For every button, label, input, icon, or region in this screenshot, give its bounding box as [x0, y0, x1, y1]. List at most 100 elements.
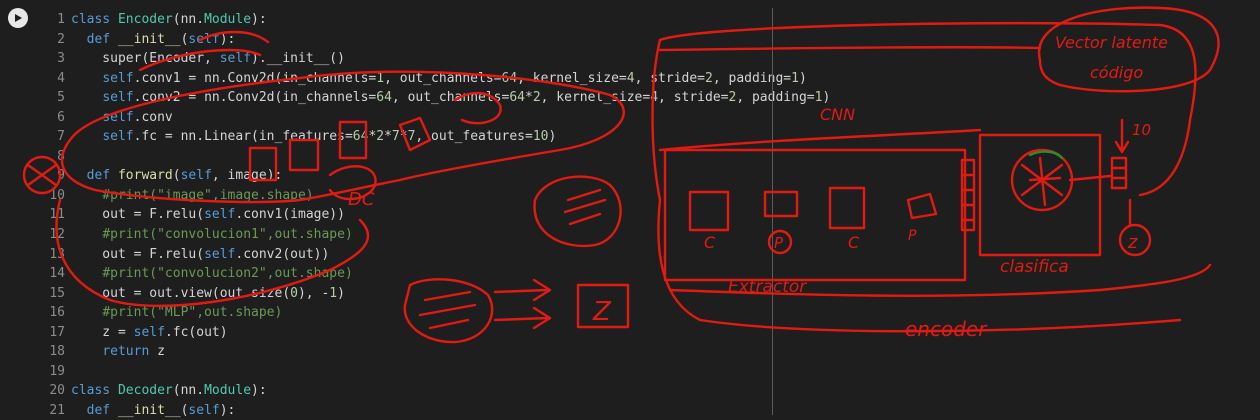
code-token: ): [219, 31, 236, 47]
code-token: .conv [133, 109, 173, 125]
code-line[interactable]: 16 #print("MLP",out.shape) [44, 303, 830, 323]
code-token: ): [251, 383, 267, 399]
code-line[interactable]: 20 class Decoder(nn.Module): [44, 381, 830, 401]
code-token: ( [172, 168, 181, 184]
code-token: 4 [626, 70, 635, 86]
code-token: .conv1(image)) [235, 207, 345, 223]
code-token: self [188, 402, 220, 418]
code-token: , padding= [736, 90, 815, 106]
code-token: , out_channels= [391, 90, 510, 106]
code-line[interactable]: 4 self.conv1 = nn.Conv2d(in_channels=1, … [44, 69, 830, 89]
play-icon [15, 14, 22, 22]
code-line[interactable]: 18 return z [44, 342, 830, 362]
code-token: super(Encoder, [71, 51, 220, 67]
ink-vector-latent-bubble [1037, 6, 1220, 93]
code-token: 1 [376, 70, 385, 86]
line-number: 15 [49, 285, 65, 301]
code-token: ) [822, 90, 831, 106]
code-token: , stride= [658, 90, 729, 106]
ink-z-circle [1118, 223, 1152, 257]
code-line[interactable]: 10 #print("image",image.shape) [44, 186, 830, 206]
code-token: ): [251, 12, 267, 27]
line-number: 14 [49, 266, 65, 282]
code-line[interactable]: 15 out = out.view(out.size(0), -1) [44, 284, 830, 304]
line-number: 21 [49, 402, 65, 418]
code-token: self [102, 129, 134, 145]
code-token: , out_channels= [384, 70, 502, 86]
code-token: Decoder [117, 383, 173, 399]
line-number: 19 [49, 363, 65, 379]
code-line[interactable]: 8 [44, 147, 830, 167]
code-token: class [71, 12, 118, 27]
code-line[interactable]: 11 out = F.relu(self.conv1(image)) [44, 205, 830, 225]
code-token: (nn. [172, 12, 205, 27]
code-token: , padding= [712, 70, 792, 86]
code-token: .fc = nn.Linear(in_features= [133, 129, 353, 145]
code-line[interactable]: 5 self.conv2 = nn.Conv2d(in_channels=64,… [44, 88, 830, 108]
code-line[interactable]: 17 z = self.fc(out) [44, 323, 830, 343]
label-size-10: 10 [1132, 121, 1151, 139]
run-cell-button[interactable] [8, 8, 28, 28]
label-c2: C [848, 233, 860, 252]
code-editor[interactable]: 1 class Encoder(nn.Module): 2 def __init__… [44, 10, 830, 420]
code-token: 64 [501, 70, 518, 86]
label-codigo: código [1090, 63, 1143, 82]
ink-classifier-circle [1010, 148, 1074, 212]
code-token: * [384, 129, 392, 145]
code-token: , out_features= [415, 129, 533, 145]
code-token: def [86, 31, 118, 47]
code-line[interactable]: 14 #print("convolucion2",out.shape) [44, 264, 830, 284]
code-line[interactable]: 3 super(Encoder, self).__init__() [44, 49, 830, 69]
code-line[interactable]: 7 self.fc = nn.Linear(in_features=64*2*7… [44, 127, 830, 147]
code-token: out = F.relu( [71, 246, 205, 262]
line-number: 16 [49, 305, 65, 321]
code-line[interactable]: 2 def __init__(self): [44, 30, 830, 50]
code-token: self [102, 90, 134, 106]
code-token: 4 [650, 90, 659, 106]
line-number: 8 [57, 148, 65, 164]
code-token: 2 [532, 90, 541, 106]
code-line[interactable]: 1 class Encoder(nn.Module): [44, 10, 830, 30]
line-number: 17 [49, 324, 65, 340]
line-number: 12 [49, 227, 65, 243]
code-line[interactable]: 6 self.conv [44, 108, 830, 128]
code-token: self [180, 168, 212, 184]
code-line[interactable]: 12 #print("convolucion1",out.shape) [44, 225, 830, 245]
code-token: self [204, 246, 236, 262]
line-number: 6 [57, 109, 65, 125]
code-token: ) [337, 285, 345, 301]
code-token: Encoder [117, 12, 173, 27]
code-token: def [86, 402, 118, 418]
line-number: 13 [49, 246, 65, 262]
code-token: Module [204, 12, 252, 27]
line-number: 18 [49, 344, 65, 360]
code-token: 10 [532, 129, 549, 145]
line-number: 10 [49, 187, 65, 203]
code-line[interactable]: 13 out = F.relu(self.conv2(out)) [44, 245, 830, 265]
code-line[interactable]: 9 def forward(self, image): [44, 166, 830, 186]
code-token: 2 [705, 70, 713, 86]
code-token: 1 [791, 70, 799, 86]
label-vector-latente: Vector latente [1055, 33, 1168, 52]
code-token: ), - [297, 285, 330, 301]
code-token: return [102, 344, 158, 360]
code-line[interactable]: 19 [44, 362, 830, 382]
ink-classifier-box [978, 133, 1102, 257]
code-line[interactable]: 21 def __init__(self): [44, 401, 830, 420]
code-token: __init__ [117, 402, 181, 418]
line-length-ruler [772, 8, 773, 415]
code-token: ) [798, 70, 807, 86]
code-token: .conv2(out)) [235, 246, 330, 262]
line-number: 2 [57, 31, 65, 47]
code-token: * [524, 90, 533, 106]
line-number: 4 [57, 70, 65, 86]
